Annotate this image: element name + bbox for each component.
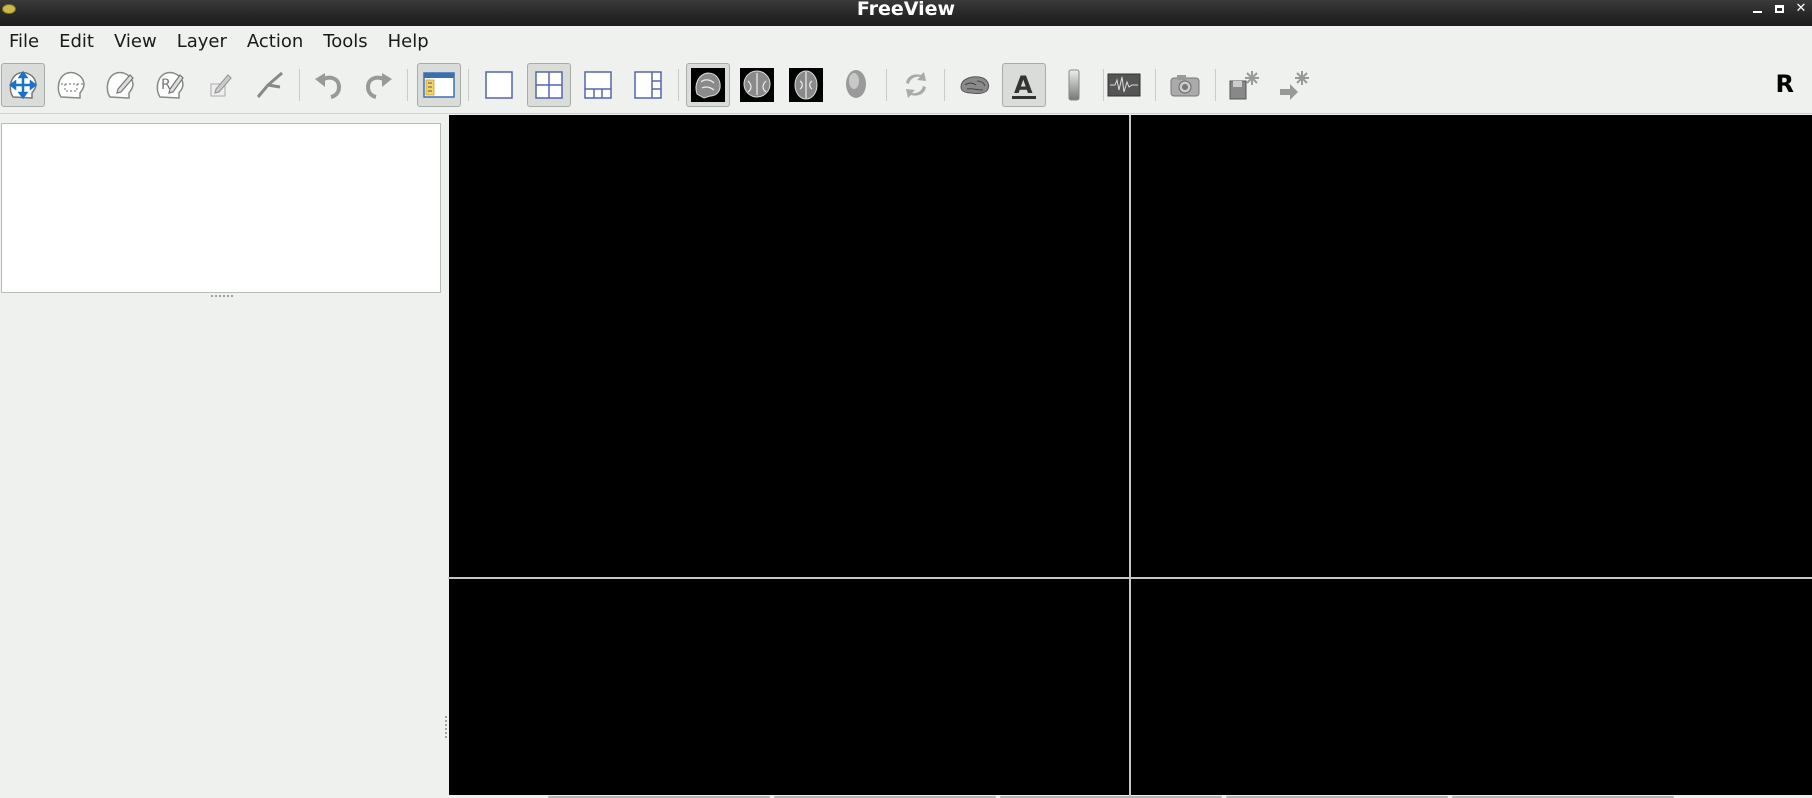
save-point-icon [1229,71,1259,100]
orientation-label: R [1775,70,1794,98]
layout-1and3-button[interactable] [576,63,620,107]
window-title-bar[interactable]: FreeView ✕ [0,0,1812,26]
show-coordinate-annotation-icon: A [1012,71,1036,99]
show-command-console-button[interactable] [1102,63,1146,107]
menu-layer[interactable]: Layer [167,26,237,57]
show-color-bar-button[interactable] [1052,63,1096,107]
main-toolbar: R A R [0,57,1812,114]
menu-help[interactable]: Help [378,26,439,57]
layout-1and3-icon [584,71,612,99]
voxel-edit-tool-icon [57,71,85,99]
show-coordinate-annotation-button[interactable]: A [1002,63,1046,107]
show-color-bar-icon [1068,69,1080,101]
control-panel [0,115,448,798]
recon-edit-tool-icon [106,71,134,99]
menu-edit[interactable]: Edit [49,26,104,57]
reset-view-button[interactable] [894,63,938,107]
menu-view[interactable]: View [104,26,167,57]
sagittal-view[interactable] [449,115,1129,577]
layer-list[interactable] [1,123,441,293]
coronal-view[interactable] [1131,115,1812,577]
contour-tool-icon [256,71,283,98]
layout-1x1-icon [485,71,513,99]
axial-view-button[interactable] [784,63,828,107]
undo-icon [315,73,342,99]
save-point-button[interactable] [1222,63,1266,107]
sagittal-view-icon [691,68,725,102]
redo-button[interactable] [356,63,400,107]
view-divider-vertical [1129,115,1131,798]
axial-view-icon [789,68,823,102]
window-title: FreeView [856,0,956,20]
point-set-edit-button[interactable] [198,63,242,107]
goto-point-button[interactable] [1272,63,1316,107]
point-set-edit-icon [210,74,232,97]
goto-point-icon [1280,71,1309,100]
svg-text:A: A [1014,71,1033,99]
layout-1x1-button[interactable] [477,63,521,107]
coronal-view-button[interactable] [735,63,779,107]
toggle-control-panel-button[interactable] [417,63,461,107]
redo-icon [365,73,392,99]
minimize-icon[interactable] [1750,2,1764,16]
reset-view-icon [906,72,926,98]
show-surface-icon [960,76,990,94]
maximize-icon[interactable] [1772,2,1786,16]
roi-edit-tool-icon: R [156,71,184,99]
undo-button[interactable] [307,63,351,107]
layout-2x2-button[interactable] [527,63,571,107]
voxel-edit-button[interactable] [49,63,93,107]
show-surface-button[interactable] [953,63,997,107]
layout-2x2-icon [535,71,563,99]
3d-view[interactable] [1131,579,1812,795]
navigate-tool-button[interactable] [1,63,45,107]
coronal-view-icon [740,68,774,102]
close-icon[interactable]: ✕ [1794,2,1808,16]
contour-tool-button[interactable] [248,63,292,107]
save-screenshot-icon [1170,75,1200,97]
menu-file[interactable]: File [0,26,49,57]
roi-edit-button[interactable]: R [148,63,192,107]
layout-1and3-horizontal-icon [634,71,662,99]
render-view-area [448,115,1812,798]
recon-edit-button[interactable] [98,63,142,107]
menu-tools[interactable]: Tools [313,26,377,57]
3d-view-button[interactable] [834,63,878,107]
toggle-control-panel-icon [423,72,455,98]
3d-view-icon [846,70,866,98]
menu-action[interactable]: Action [237,26,313,57]
navigate-tool-icon [8,70,38,100]
panel-splitter-handle[interactable] [210,294,234,298]
layout-1and3-horizontal-button[interactable] [626,63,670,107]
sagittal-view-button[interactable] [686,63,730,107]
menu-bar: File Edit View Layer Action Tools Help [0,26,1812,57]
show-command-console-icon [1107,73,1141,97]
save-screenshot-button[interactable] [1163,63,1207,107]
axial-view[interactable] [449,579,1129,795]
